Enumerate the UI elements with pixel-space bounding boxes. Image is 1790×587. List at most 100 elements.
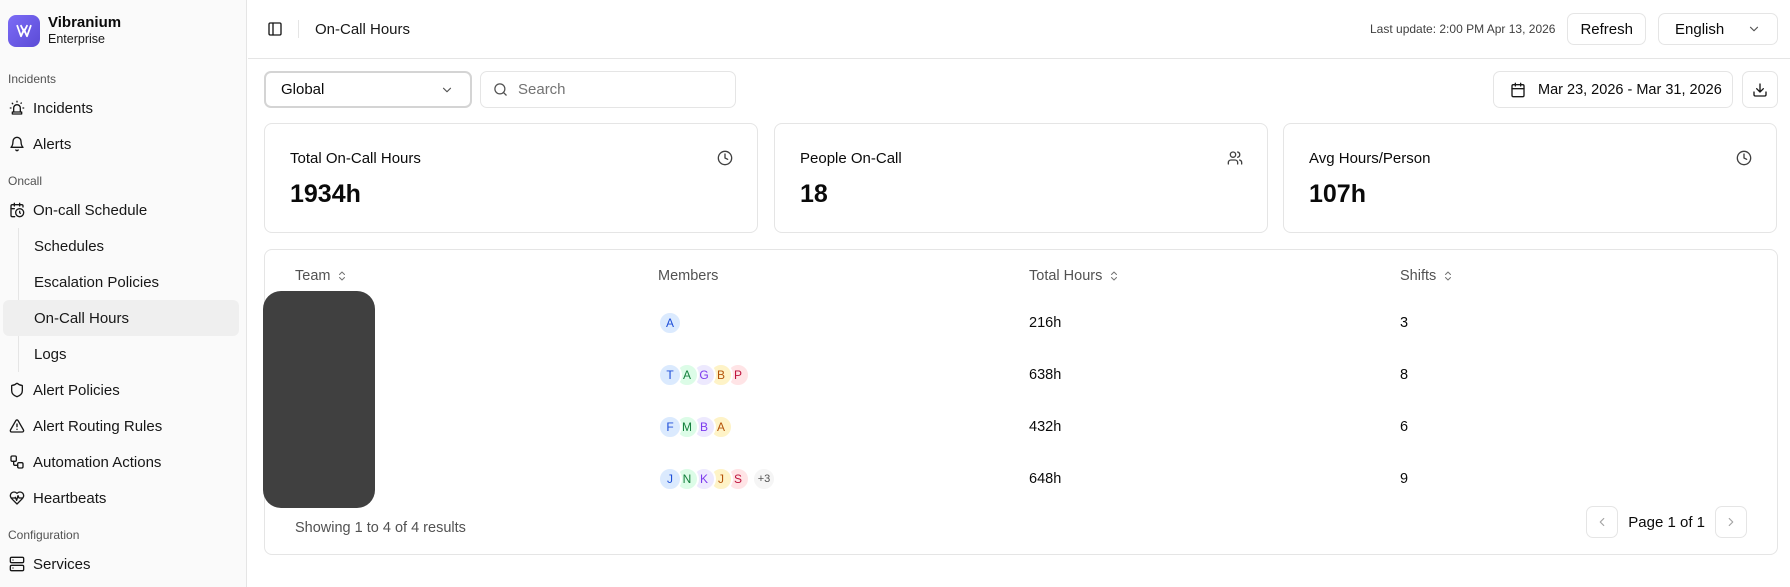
column-header-shifts[interactable]: Shifts (1400, 268, 1454, 284)
stat-title: Total On-Call Hours (290, 150, 421, 167)
section-label-incidents: Incidents (8, 72, 57, 86)
chevron-right-icon (1728, 517, 1734, 527)
shifts-cell: 9 (1400, 471, 1409, 487)
column-header-members: Members (658, 268, 718, 284)
chevron-down-icon (1749, 26, 1759, 32)
page-title: On-Call Hours (315, 20, 411, 38)
on-call-hours-table: Team Members Total Hours Shifts A 216h 3 T A… (264, 249, 1778, 555)
stat-card-people: People On-Call 18 (774, 123, 1268, 233)
top-header: On-Call Hours Last update: 2:00 PM Apr 1… (248, 0, 1790, 59)
sort-icon (1111, 271, 1118, 281)
sort-icon (339, 271, 346, 281)
sidebar-item-logs[interactable]: Logs (19, 336, 239, 372)
total-hours-cell: 432h (1029, 419, 1062, 435)
member-avatars: J N K J S +3 (658, 467, 776, 491)
more-members-badge: +3 (752, 467, 776, 491)
brand-subtitle: Enterprise (48, 31, 105, 46)
search-box[interactable] (480, 71, 736, 108)
column-header-label: Total Hours (1029, 268, 1103, 284)
redacted-team-names (263, 291, 375, 508)
page-indicator: Page 1 of 1 (1628, 513, 1705, 531)
clock-icon (1736, 150, 1752, 166)
sidebar-item-label: Alert Routing Rules (33, 417, 163, 435)
sidebar-item-alerts[interactable]: Alerts (0, 126, 246, 162)
column-header-team[interactable]: Team (295, 268, 348, 284)
total-hours-cell: 638h (1029, 367, 1062, 383)
last-update-text: Last update: 2:00 PM Apr 13, 2026 (1370, 22, 1556, 36)
brand-name: Vibranium (48, 13, 122, 31)
stat-value: 18 (800, 180, 828, 208)
workflow-icon (10, 455, 24, 469)
previous-page-button[interactable] (1586, 506, 1619, 538)
sidebar-item-services[interactable]: Services (0, 546, 246, 582)
total-hours-cell: 648h (1029, 471, 1062, 487)
date-range-value: Mar 23, 2026 - Mar 31, 2026 (1538, 81, 1722, 98)
pagination: Page 1 of 1 (1586, 506, 1747, 538)
sidebar-item-on-call-hours[interactable]: On-Call Hours (3, 300, 239, 336)
brand[interactable]: Vibranium Enterprise (0, 0, 246, 52)
clock-icon (717, 150, 733, 166)
chevron-down-icon (442, 87, 452, 92)
sidebar-item-automation-actions[interactable]: Automation Actions (0, 444, 246, 480)
server-icon (9, 556, 25, 572)
sidebar-item-label: Alerts (33, 135, 72, 153)
sidebar-item-label: Incidents (33, 99, 94, 117)
sidebar-item-label: Alert Policies (33, 381, 120, 399)
stat-card-total-hours: Total On-Call Hours 1934h (264, 123, 758, 233)
section-label-oncall: Oncall (8, 174, 43, 188)
date-range-picker[interactable]: Mar 23, 2026 - Mar 31, 2026 (1493, 71, 1733, 108)
sidebar-item-schedules[interactable]: Schedules (19, 228, 239, 264)
users-icon (1227, 151, 1243, 165)
column-header-label: Shifts (1400, 268, 1437, 284)
search-input[interactable] (518, 81, 718, 98)
stat-value: 1934h (290, 180, 361, 208)
column-header-label: Team (295, 268, 331, 284)
avatar: J (658, 467, 682, 491)
sidebar-item-label: Heartbeats (33, 489, 107, 507)
chevron-left-icon (1599, 517, 1605, 527)
sidebar: Vibranium Enterprise Incidents Incidents… (0, 0, 247, 587)
avatar: F (658, 415, 682, 439)
search-icon (494, 83, 507, 96)
language-select[interactable]: English (1658, 13, 1778, 45)
section-label-configuration: Configuration (8, 528, 80, 542)
sidebar-item-on-call-schedule[interactable]: On-call Schedule (0, 192, 246, 228)
member-avatars: A (658, 311, 682, 335)
shifts-cell: 3 (1400, 315, 1409, 331)
download-icon (1753, 82, 1767, 97)
avatar: T (658, 363, 682, 387)
next-page-button[interactable] (1715, 506, 1747, 538)
column-header-label: Members (658, 268, 719, 284)
scope-value: Global (281, 81, 325, 98)
refresh-button[interactable]: Refresh (1567, 13, 1646, 45)
triangle-alert-icon (9, 419, 25, 433)
download-button[interactable] (1742, 71, 1778, 108)
bell-icon (10, 136, 24, 152)
sidebar-item-incidents[interactable]: Incidents (0, 90, 246, 126)
stat-value: 107h (1309, 180, 1366, 208)
shield-icon (11, 382, 23, 398)
sidebar-toggle-icon[interactable] (267, 21, 283, 37)
results-summary: Showing 1 to 4 of 4 results (295, 520, 466, 536)
sidebar-item-escalation-policies[interactable]: Escalation Policies (19, 264, 239, 300)
stat-title: People On-Call (800, 150, 902, 167)
shifts-cell: 6 (1400, 419, 1409, 435)
sidebar-item-label: Automation Actions (33, 453, 162, 471)
siren-icon (9, 100, 25, 115)
stat-card-avg-hours: Avg Hours/Person 107h (1283, 123, 1777, 233)
language-value: English (1675, 20, 1725, 38)
avatar: A (658, 311, 682, 335)
sidebar-item-label: On-call Schedule (33, 201, 148, 219)
sidebar-item-heartbeats[interactable]: Heartbeats (0, 480, 246, 516)
sidebar-item-alert-routing-rules[interactable]: Alert Routing Rules (0, 408, 246, 444)
sort-icon (1445, 271, 1452, 281)
heart-pulse-icon (9, 491, 25, 505)
column-header-total-hours[interactable]: Total Hours (1029, 268, 1120, 284)
calendar-clock-icon (10, 202, 25, 218)
stat-title: Avg Hours/Person (1309, 150, 1431, 167)
member-avatars: FMBA (658, 415, 733, 439)
scope-select[interactable]: Global (264, 71, 472, 108)
sidebar-item-alert-policies[interactable]: Alert Policies (0, 372, 246, 408)
header-divider (298, 20, 299, 38)
vibranium-logo-icon (8, 14, 40, 47)
